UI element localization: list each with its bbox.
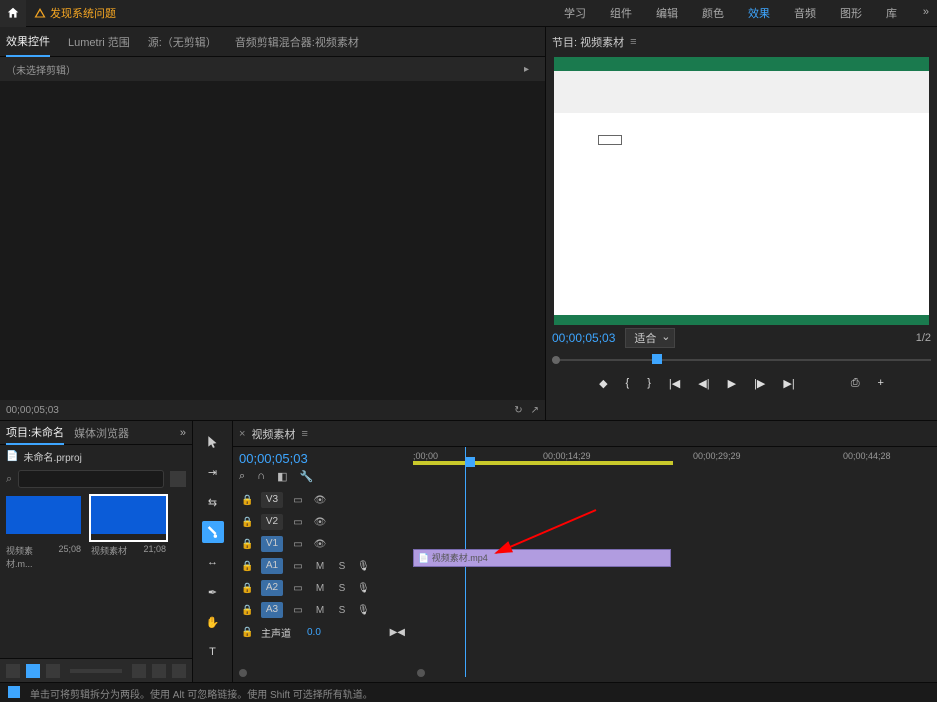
playhead-handle[interactable] [465,457,475,467]
close-seq-icon[interactable]: × [239,428,245,440]
preview-excel-grid [554,113,929,313]
go-next-icon[interactable]: ▶| [783,377,794,390]
nav-effects[interactable]: 效果 [748,5,770,21]
settings-wrench-icon[interactable]: 🔧 [299,470,313,483]
bracket-out-icon[interactable]: } [647,377,651,389]
clip1-dur: 25;08 [58,544,81,570]
trash-icon[interactable] [172,664,186,678]
marker-icon[interactable]: ◧ [277,470,287,483]
settings-icon[interactable]: + [878,377,884,389]
tool-indicator [8,686,20,698]
tab-source[interactable]: 源:（无剪辑） [148,34,217,50]
expand-icon[interactable]: ▸ [524,64,529,75]
hint-text: 单击可将剪辑拆分为两段。使用 Alt 可忽略链接。使用 Shift 可选择所有轨… [30,686,373,699]
track-a1[interactable]: 🔒A1▭MS🎙 [237,555,409,577]
list-view-icon[interactable] [6,664,20,678]
nav-library[interactable]: 库 [886,5,897,21]
work-area-bar[interactable] [413,461,673,465]
sequence-tab[interactable]: 视频素材 [251,426,295,442]
track-v2[interactable]: 🔒V2▭👁 [237,511,409,533]
effect-controls-body [0,81,545,400]
icon-view-icon[interactable] [26,664,40,678]
nav-audio[interactable]: 音频 [794,5,816,21]
export-frame-icon[interactable]: ⎙ [851,377,860,390]
pen-tool[interactable]: ✒ [202,581,224,603]
search-icon: ⌕ [6,473,12,486]
track-a3[interactable]: 🔒A3▭MS🎙 [237,599,409,621]
system-warning[interactable]: 发现系统问题 [26,5,124,21]
nav-learn[interactable]: 学习 [564,5,586,21]
zoom-select[interactable]: 适合 ⌄ [625,328,675,348]
time-ruler[interactable]: ;00;00 00;00;14;29 00;00;29;29 00;00;44;… [413,447,937,487]
track-master[interactable]: 🔒主声道0.0▶◀ [237,621,409,643]
resolution-select[interactable]: 1/2 [916,332,931,344]
freeform-view-icon[interactable] [46,664,60,678]
ripple-tool[interactable]: ⇆ [202,491,224,513]
project-filename: 未命名.prproj [23,449,81,464]
program-scrub-bar[interactable] [552,351,931,369]
hand-tool[interactable]: ✋ [202,611,224,633]
track-v1[interactable]: 🔒V1▭👁 [237,533,409,555]
tab-project[interactable]: 项目:未命名 [6,421,64,445]
type-tool[interactable]: T [202,641,224,663]
thumb-size-slider[interactable] [70,669,122,673]
preview-excel-ribbon [554,57,929,113]
panel-overflow-icon[interactable]: » [180,427,186,439]
slip-tool[interactable]: ↔ [202,551,224,573]
bin-clip-2[interactable]: 视频素材 21;08 [91,496,166,570]
loop-icon[interactable]: ↻ [514,405,522,416]
nav-edit[interactable]: 编辑 [656,5,678,21]
home-button[interactable] [0,0,26,27]
razor-tool[interactable] [202,521,224,543]
track-a2[interactable]: 🔒A2▭MS🎙 [237,577,409,599]
tab-audio-mixer[interactable]: 音频剪辑混合器:视频素材 [235,34,359,50]
ruler-tick-0: ;00;00 [413,451,438,461]
bin-clip-1[interactable]: 视频素材.m... 25;08 [6,496,81,570]
mark-in-icon[interactable]: ◆ [599,377,607,390]
preview-excel-statusbar [554,315,929,325]
zoom-in-handle[interactable] [417,669,425,677]
project-search-input[interactable] [18,470,164,488]
clip2-dur: 21;08 [143,544,166,557]
timeline-timecode[interactable]: 00;00;05;03 [239,451,407,466]
export-icon[interactable]: ↗ [531,405,539,416]
overflow-chevron[interactable]: » [923,6,929,18]
zoom-out-handle[interactable] [239,669,247,677]
program-tab[interactable]: 节目: 视频素材 [552,34,624,50]
nav-graphics[interactable]: 图形 [840,5,862,21]
tab-lumetri[interactable]: Lumetri 范围 [68,34,130,50]
warning-text: 发现系统问题 [50,5,116,21]
nav-color[interactable]: 颜色 [702,5,724,21]
track-v3[interactable]: 🔒V3▭👁 [237,489,409,511]
ruler-tick-1: 00;00;14;29 [543,451,591,461]
play-icon[interactable]: ▶ [728,377,736,390]
seq-menu-icon[interactable]: ≡ [301,428,307,440]
ruler-tick-3: 00;00;44;28 [843,451,891,461]
bracket-in-icon[interactable]: { [626,377,630,389]
program-timecode[interactable]: 00;00;05;03 [552,331,615,345]
selection-tool[interactable] [202,431,224,453]
step-back-icon[interactable]: ◀| [698,377,709,390]
tab-effect-controls[interactable]: 效果控件 [6,27,50,57]
link-icon[interactable]: ∩ [257,470,265,483]
no-clip-label: （未选择剪辑） [6,62,76,77]
new-item-icon[interactable] [152,664,166,678]
clip2-name: 视频素材 [91,544,127,557]
timeline-content[interactable]: 📄 视频素材.mp4 [413,487,937,664]
tab-media-browser[interactable]: 媒体浏览器 [74,425,129,441]
bin-view-icon[interactable] [170,471,186,487]
source-timecode: 00;00;05;03 [6,405,59,416]
program-monitor[interactable] [554,57,929,325]
program-menu-icon[interactable]: ≡ [630,36,636,48]
go-prev-icon[interactable]: |◀ [669,377,680,390]
new-bin-icon[interactable] [132,664,146,678]
clip-video1[interactable]: 📄 视频素材.mp4 [413,549,671,567]
snap-icon[interactable]: ⌕ [239,470,245,483]
track-select-tool[interactable]: ⇥ [202,461,224,483]
project-file-icon: 📄 [6,451,18,462]
nav-assembly[interactable]: 组件 [610,5,632,21]
step-fwd-icon[interactable]: |▶ [754,377,765,390]
ruler-tick-2: 00;00;29;29 [693,451,741,461]
clip1-name: 视频素材.m... [6,544,58,570]
